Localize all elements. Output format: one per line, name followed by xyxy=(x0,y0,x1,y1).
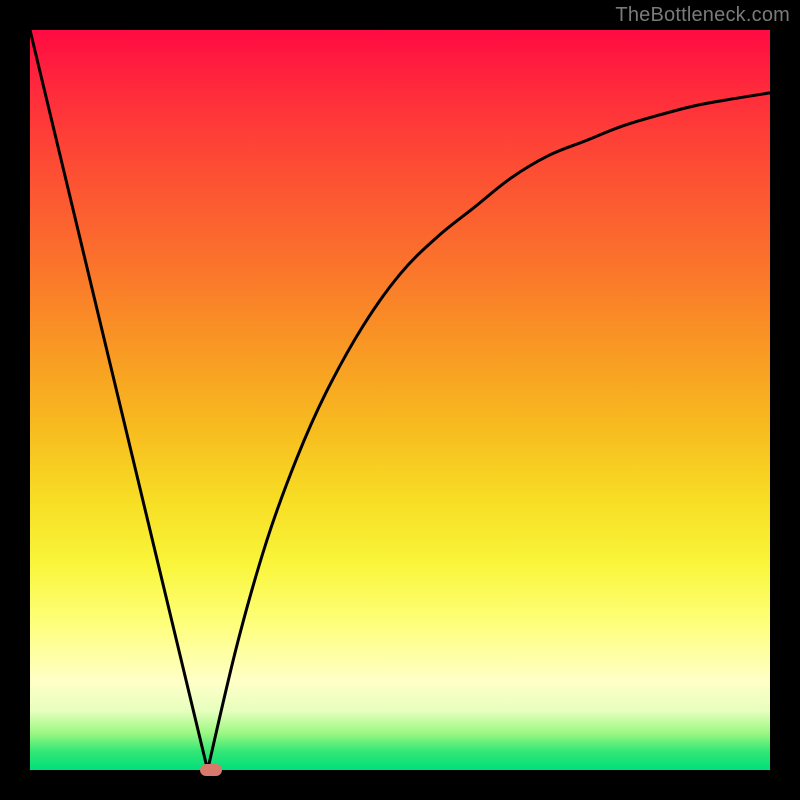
bottleneck-curve xyxy=(30,30,770,770)
watermark-text: TheBottleneck.com xyxy=(615,4,790,27)
curve-svg xyxy=(30,30,770,770)
plot-area xyxy=(30,30,770,770)
chart-frame: TheBottleneck.com xyxy=(0,0,800,800)
vertex-marker xyxy=(200,764,222,776)
